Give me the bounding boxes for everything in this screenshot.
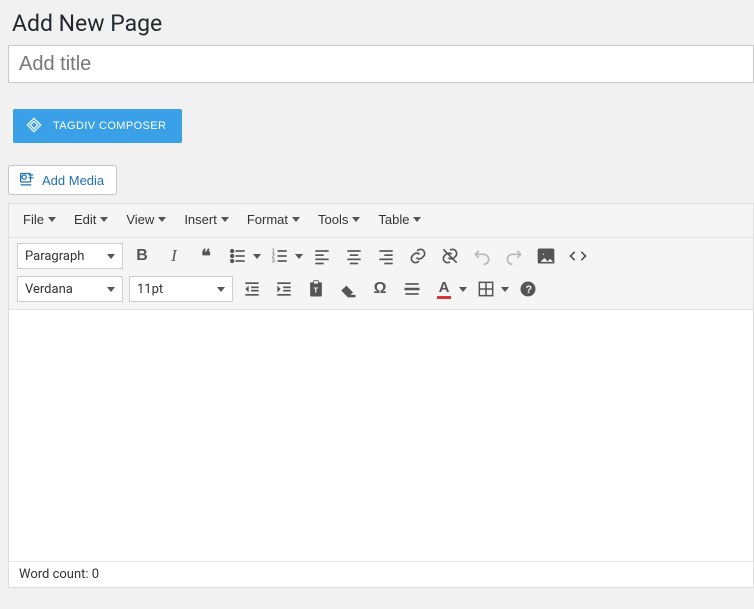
redo-button[interactable]	[501, 243, 527, 269]
menu-view[interactable]: View	[120, 208, 172, 231]
caret-icon	[221, 217, 229, 222]
editor-toolbar-row-2: Verdana 11pt T Ω A ?	[9, 274, 753, 309]
font-size-select[interactable]: 11pt	[129, 276, 233, 302]
diamond-icon	[25, 116, 43, 137]
outdent-button[interactable]	[239, 276, 265, 302]
caret-icon	[459, 287, 467, 292]
indent-button[interactable]	[271, 276, 297, 302]
special-character-button[interactable]: Ω	[367, 276, 393, 302]
caret-icon	[100, 217, 108, 222]
composer-label: TAGDIV COMPOSER	[53, 120, 166, 132]
menu-file[interactable]: File	[17, 208, 62, 231]
numbered-list-button[interactable]: 123	[267, 243, 303, 269]
undo-button[interactable]	[469, 243, 495, 269]
align-left-button[interactable]	[309, 243, 335, 269]
blockquote-button[interactable]: ❝	[193, 243, 219, 269]
editor-container: File Edit View Insert Format Tools Table…	[8, 203, 754, 588]
composer-row: TAGDIV COMPOSER	[0, 83, 754, 143]
caret-icon	[158, 217, 166, 222]
code-button[interactable]	[565, 243, 591, 269]
caret-icon	[501, 287, 509, 292]
caret-icon	[352, 217, 360, 222]
menu-format[interactable]: Format	[241, 208, 306, 231]
menu-edit[interactable]: Edit	[68, 208, 114, 231]
caret-icon	[217, 287, 225, 292]
italic-button[interactable]: I	[161, 243, 187, 269]
caret-icon	[107, 287, 115, 292]
svg-text:?: ?	[526, 284, 533, 296]
editor-status-bar: Word count: 0	[9, 561, 753, 587]
editor-content-area[interactable]	[9, 309, 753, 561]
unlink-button[interactable]	[437, 243, 463, 269]
align-center-button[interactable]	[341, 243, 367, 269]
font-family-select[interactable]: Verdana	[17, 276, 123, 302]
word-count-value: 0	[92, 567, 99, 582]
bold-button[interactable]: B	[129, 243, 155, 269]
text-color-button[interactable]: A	[431, 276, 467, 302]
align-right-button[interactable]	[373, 243, 399, 269]
help-button[interactable]: ?	[515, 276, 541, 302]
caret-icon	[253, 254, 261, 259]
caret-icon	[292, 217, 300, 222]
menu-tools[interactable]: Tools	[312, 208, 366, 231]
svg-text:3: 3	[272, 259, 275, 265]
add-media-row: Add Media	[0, 143, 754, 201]
editor-toolbar-row-1: Paragraph B I ❝ 123	[9, 238, 753, 274]
format-select[interactable]: Paragraph	[17, 243, 123, 269]
caret-icon	[48, 217, 56, 222]
page-heading: Add New Page	[0, 0, 754, 43]
paste-button[interactable]: T	[303, 276, 329, 302]
link-button[interactable]	[405, 243, 431, 269]
media-icon	[18, 170, 36, 190]
image-button[interactable]	[533, 243, 559, 269]
svg-text:T: T	[314, 285, 319, 294]
clear-formatting-button[interactable]	[335, 276, 361, 302]
bullet-list-button[interactable]	[225, 243, 261, 269]
table-button[interactable]	[473, 276, 509, 302]
caret-icon	[295, 254, 303, 259]
word-count-label: Word count:	[19, 567, 89, 582]
caret-icon	[107, 254, 115, 259]
menu-insert[interactable]: Insert	[178, 208, 235, 231]
horizontal-rule-button[interactable]	[399, 276, 425, 302]
menu-table[interactable]: Table	[372, 208, 427, 231]
add-media-button[interactable]: Add Media	[8, 165, 117, 195]
title-field-wrap	[8, 45, 754, 83]
title-input[interactable]	[8, 45, 754, 83]
add-media-label: Add Media	[42, 173, 104, 188]
caret-icon	[413, 217, 421, 222]
editor-menubar: File Edit View Insert Format Tools Table	[9, 204, 753, 238]
tagdiv-composer-button[interactable]: TAGDIV COMPOSER	[13, 109, 182, 143]
